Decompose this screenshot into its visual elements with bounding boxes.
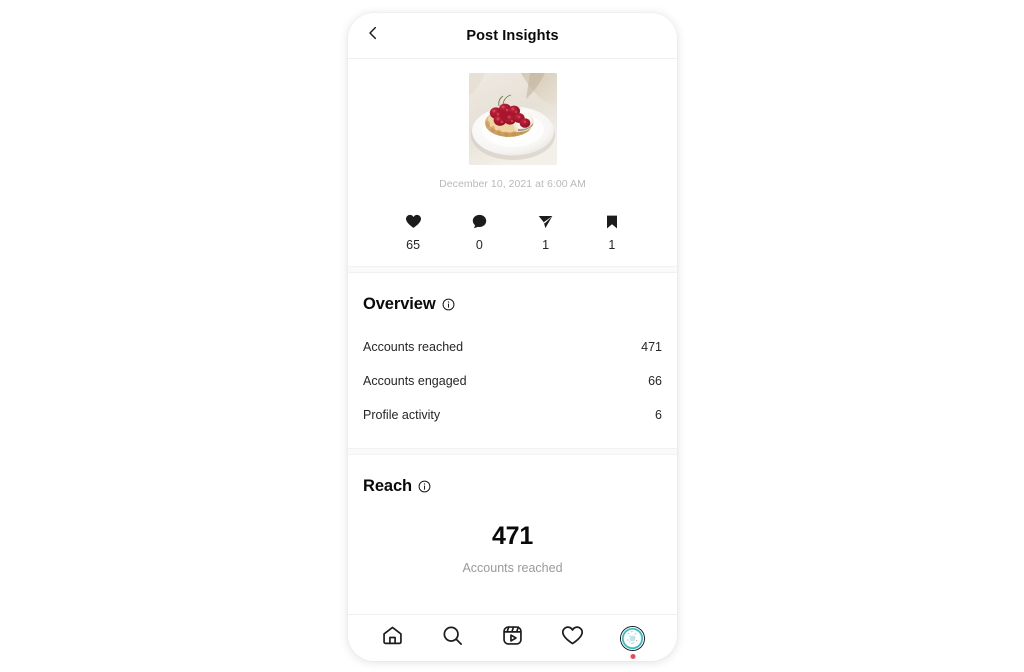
app-header: Post Insights bbox=[348, 13, 677, 59]
back-button[interactable] bbox=[360, 23, 386, 49]
phone-frame: Post Insights December 10, 2021 at 6:00 … bbox=[348, 13, 677, 661]
reach-big-value: 471 bbox=[491, 522, 534, 550]
reach-value-block: 471 Accounts reached bbox=[362, 522, 663, 575]
reach-header: Reach bbox=[362, 477, 663, 496]
nav-profile[interactable] bbox=[603, 615, 663, 661]
search-icon bbox=[441, 624, 464, 652]
heart-outline-icon bbox=[561, 624, 584, 652]
metric-value: 6 bbox=[655, 408, 662, 422]
reach-section: Reach 471 Accounts reached bbox=[348, 455, 677, 614]
overview-title: Overview bbox=[363, 295, 436, 313]
section-divider bbox=[348, 448, 677, 455]
insights-scroll-area: December 10, 2021 at 6:00 AM 65 0 1 1 Ov… bbox=[348, 59, 677, 614]
metric-label: Accounts reached bbox=[363, 340, 464, 354]
stat-saves[interactable]: 1 bbox=[579, 212, 645, 252]
metric-label: Profile activity bbox=[363, 408, 441, 422]
post-thumbnail[interactable] bbox=[468, 73, 557, 165]
info-icon[interactable] bbox=[442, 298, 455, 311]
stat-comments[interactable]: 0 bbox=[446, 212, 512, 252]
overview-section: Overview Accounts reached 471 Accounts e… bbox=[348, 273, 677, 448]
metric-row[interactable]: Profile activity 6 bbox=[362, 398, 663, 432]
overview-metric-list: Accounts reached 471 Accounts engaged 66… bbox=[362, 330, 663, 432]
stat-value: 1 bbox=[542, 238, 550, 252]
reach-caption: Accounts reached bbox=[462, 561, 563, 575]
reach-title: Reach bbox=[363, 477, 413, 495]
stat-shares[interactable]: 1 bbox=[513, 212, 579, 252]
info-icon[interactable] bbox=[418, 480, 431, 493]
heart-icon bbox=[405, 212, 422, 231]
overview-header: Overview bbox=[362, 295, 663, 314]
avatar bbox=[620, 625, 646, 651]
post-stats-row: 65 0 1 1 bbox=[362, 212, 663, 252]
avatar-wrap bbox=[620, 625, 646, 659]
stat-value: 1 bbox=[608, 238, 616, 252]
metric-value: 66 bbox=[648, 374, 662, 388]
stat-likes[interactable]: 65 bbox=[380, 212, 446, 252]
reels-icon bbox=[501, 624, 524, 652]
chevron-left-icon bbox=[365, 25, 381, 46]
metric-row[interactable]: Accounts engaged 66 bbox=[362, 364, 663, 398]
metric-label: Accounts engaged bbox=[363, 374, 467, 388]
section-divider bbox=[348, 266, 677, 273]
post-summary-section: December 10, 2021 at 6:00 AM 65 0 1 1 bbox=[348, 59, 677, 266]
screenshot-root: Post Insights December 10, 2021 at 6:00 … bbox=[0, 0, 1024, 672]
stat-value: 0 bbox=[475, 238, 483, 252]
notification-badge-dot bbox=[630, 653, 636, 659]
page-title: Post Insights bbox=[466, 27, 559, 44]
bottom-navigation-bar bbox=[348, 614, 677, 661]
post-date: December 10, 2021 at 6:00 AM bbox=[439, 178, 586, 190]
nav-home[interactable] bbox=[362, 615, 422, 661]
nav-reels[interactable] bbox=[482, 615, 542, 661]
bookmark-icon bbox=[604, 212, 620, 231]
nav-search[interactable] bbox=[422, 615, 482, 661]
home-icon bbox=[381, 624, 404, 652]
share-icon bbox=[537, 212, 554, 231]
nav-activity[interactable] bbox=[543, 615, 603, 661]
metric-value: 471 bbox=[641, 340, 662, 354]
comment-icon bbox=[471, 212, 488, 231]
stat-value: 65 bbox=[406, 238, 421, 252]
metric-row[interactable]: Accounts reached 471 bbox=[362, 330, 663, 364]
